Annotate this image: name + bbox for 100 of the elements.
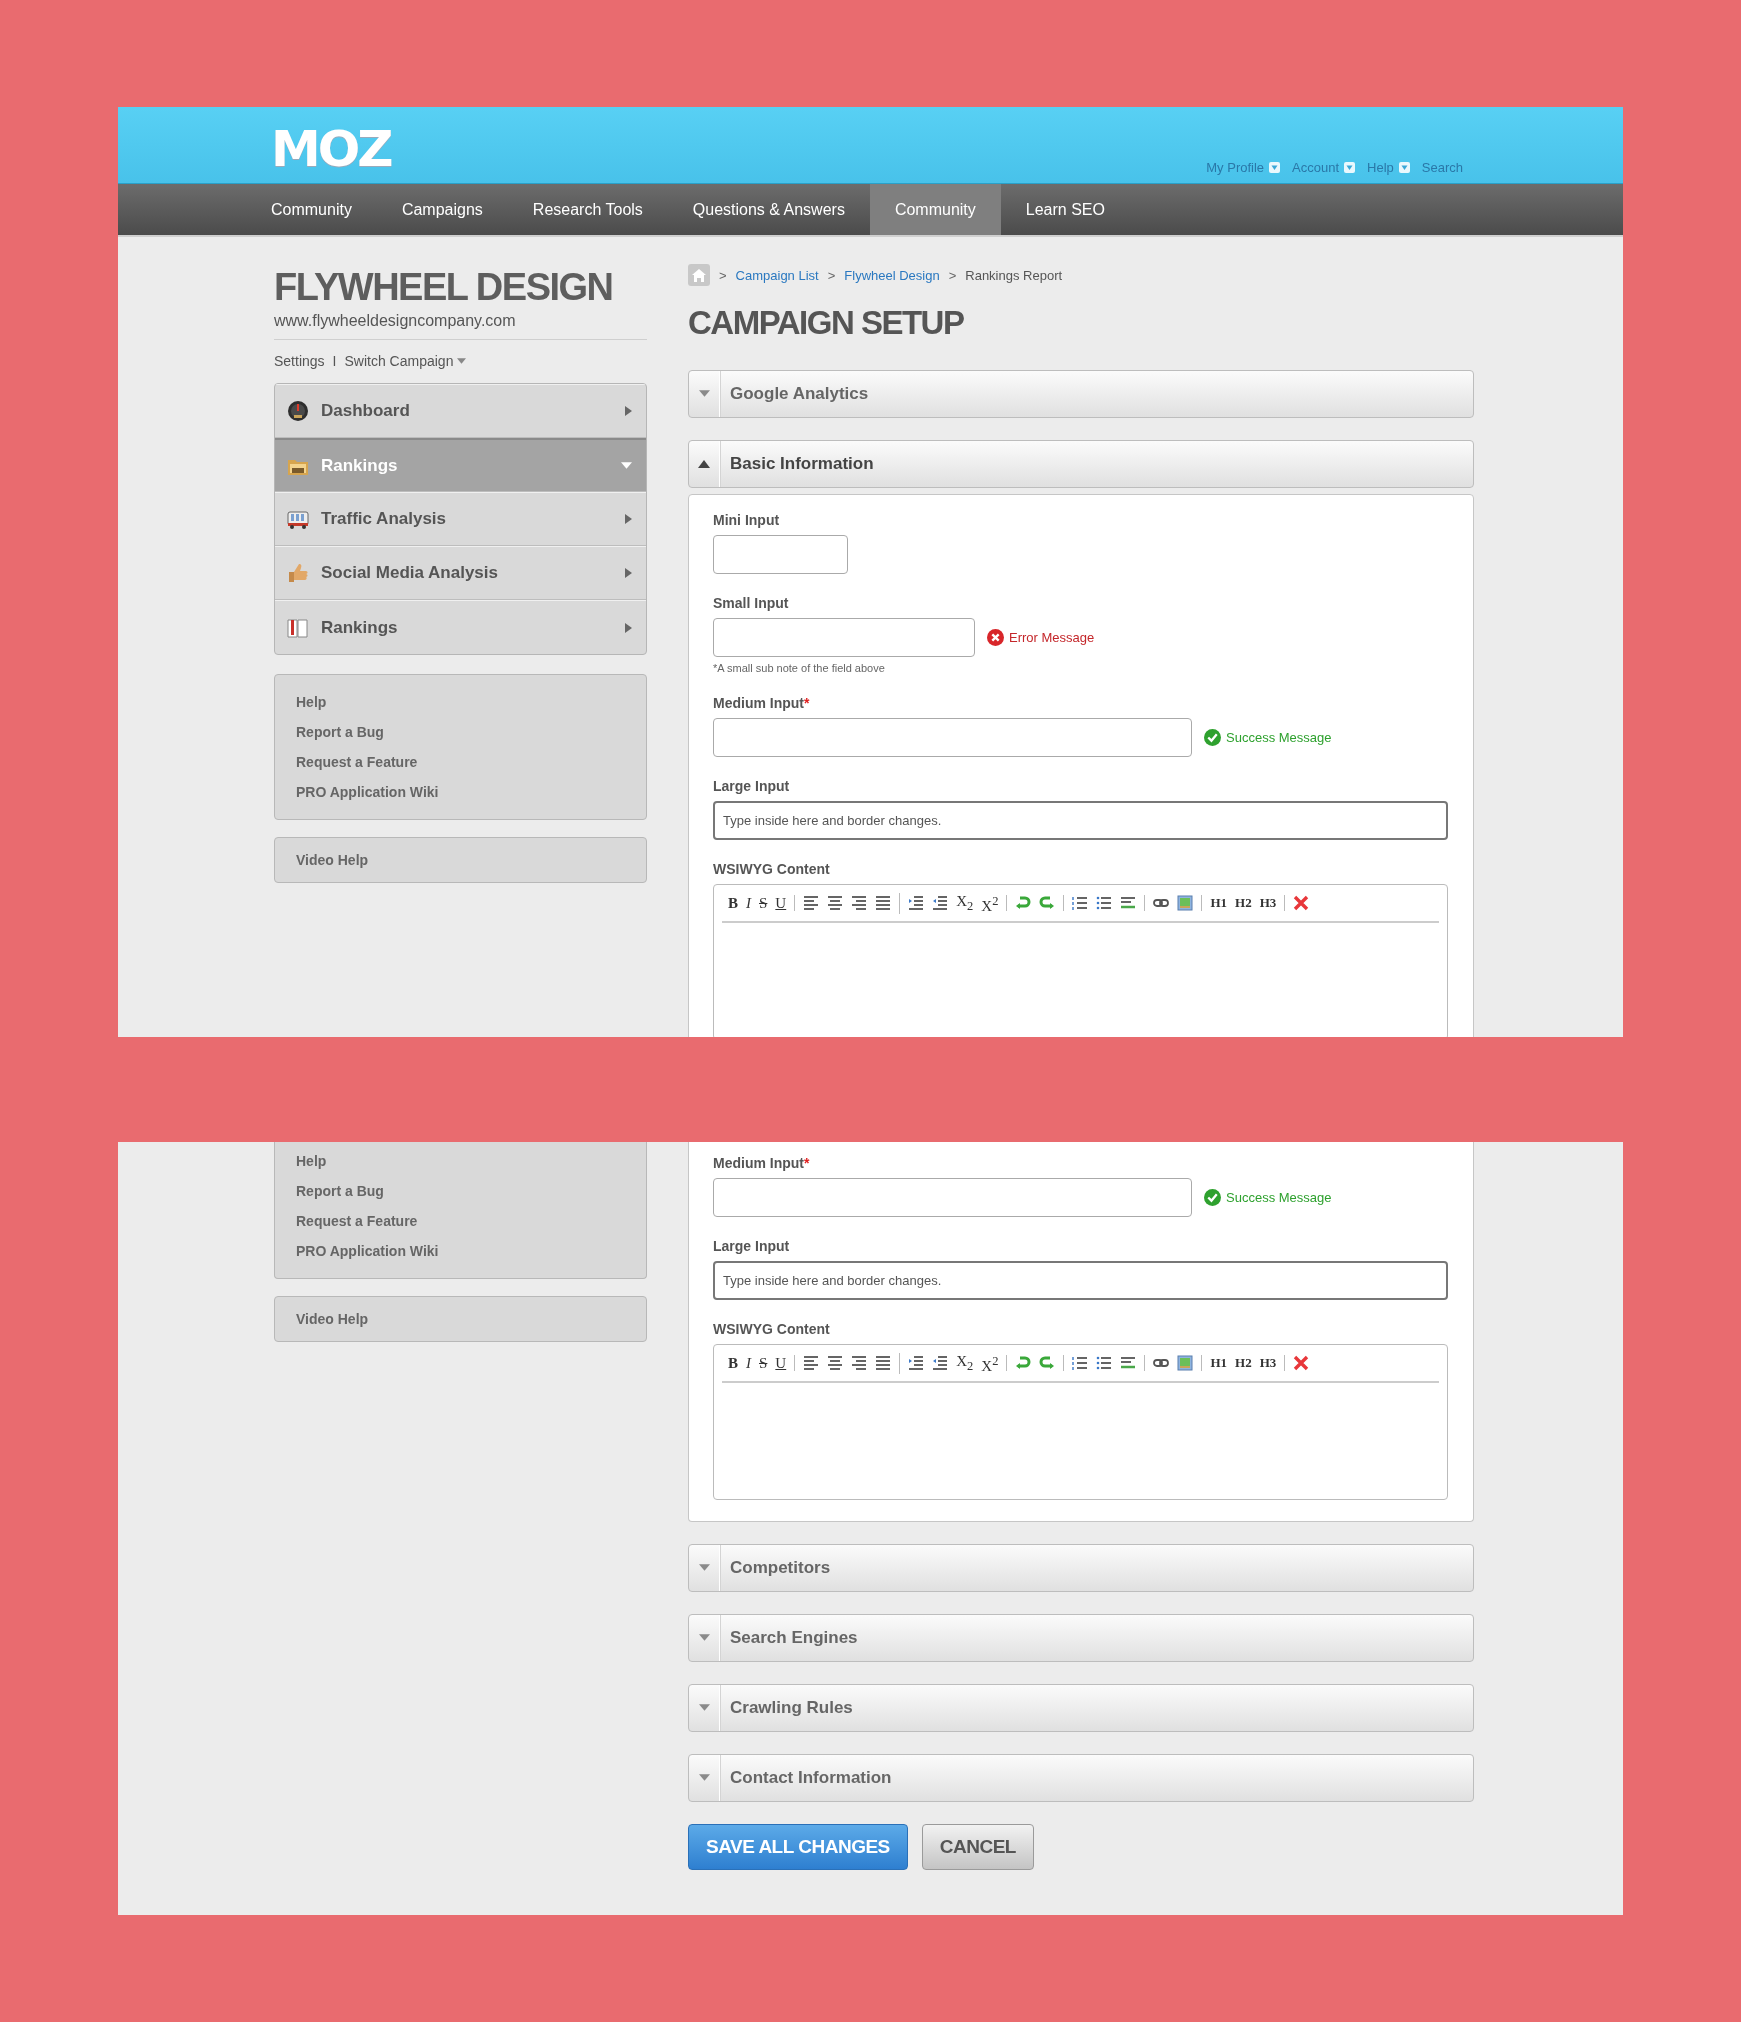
bold-button[interactable]: B bbox=[728, 895, 738, 911]
page-title: CAMPAIGN SETUP bbox=[688, 303, 965, 343]
undo-icon[interactable] bbox=[1015, 1355, 1032, 1371]
redo-icon[interactable] bbox=[1039, 1355, 1056, 1371]
heading-button[interactable]: H1 bbox=[1210, 1355, 1227, 1371]
save-button[interactable]: SAVE ALL CHANGES bbox=[688, 1824, 908, 1870]
field-label: WSIWYG Content bbox=[713, 1321, 830, 1337]
dropdown-icon bbox=[1269, 162, 1281, 173]
help-link[interactable]: Report a Bug bbox=[296, 717, 384, 747]
field-label: Mini Input bbox=[713, 512, 780, 528]
video-help-button[interactable]: Video Help bbox=[274, 837, 647, 883]
accordion-header[interactable]: Basic Information bbox=[688, 440, 1474, 488]
redo-icon[interactable] bbox=[1039, 895, 1056, 911]
cancel-button[interactable]: CANCEL bbox=[921, 1824, 1034, 1870]
nav-tab[interactable]: Community bbox=[246, 184, 377, 235]
separator-text: I bbox=[332, 353, 337, 369]
justify-icon[interactable] bbox=[875, 1355, 892, 1371]
caret-right-icon bbox=[625, 514, 632, 524]
outdent-icon[interactable] bbox=[932, 1355, 949, 1371]
dropdown-icon bbox=[1344, 162, 1356, 173]
nav-tab[interactable]: Community bbox=[869, 184, 1001, 235]
menu-item[interactable]: Social Media Analysis bbox=[275, 546, 646, 600]
nav-tab[interactable]: Questions & Answers bbox=[667, 184, 870, 235]
help-link[interactable]: Help bbox=[296, 687, 327, 717]
clear-format-icon[interactable] bbox=[1293, 895, 1310, 911]
field-note: *A small sub note of the field above bbox=[713, 662, 886, 674]
align-left-icon[interactable] bbox=[803, 895, 820, 911]
bullet-list-icon[interactable] bbox=[1096, 895, 1113, 911]
accordion-header[interactable]: Google Analytics bbox=[688, 370, 1474, 418]
help-link[interactable]: PRO Application Wiki bbox=[296, 777, 439, 807]
indent-icon[interactable] bbox=[908, 1355, 925, 1371]
nav-tab[interactable]: Campaigns bbox=[376, 184, 508, 235]
align-right-icon[interactable] bbox=[851, 895, 868, 911]
text-input[interactable]: Type inside here and border changes. bbox=[713, 1261, 1448, 1300]
text-input[interactable] bbox=[713, 1178, 1192, 1217]
justify-icon[interactable] bbox=[875, 895, 892, 911]
field-label: Medium Input* bbox=[713, 1155, 810, 1171]
heading-button[interactable]: H2 bbox=[1235, 895, 1252, 911]
align-right-icon[interactable] bbox=[851, 1355, 868, 1371]
heading-button[interactable]: H3 bbox=[1259, 895, 1277, 911]
help-link[interactable]: Help bbox=[296, 1146, 327, 1176]
text-input[interactable]: Type inside here and border changes. bbox=[713, 801, 1448, 840]
align-center-icon[interactable] bbox=[827, 1355, 844, 1371]
underline-button[interactable]: U bbox=[775, 1355, 787, 1371]
video-help-button[interactable]: Video Help bbox=[274, 1296, 647, 1342]
align-center-icon[interactable] bbox=[827, 895, 844, 911]
script-button[interactable]: X$_{2}$ bbox=[956, 1352, 974, 1374]
success-icon bbox=[1204, 1189, 1221, 1206]
strikethrough-button[interactable]: S bbox=[759, 895, 768, 911]
breadcrumb-link[interactable]: Campaign List bbox=[735, 267, 819, 283]
breadcrumb-current: Rankings Report bbox=[965, 267, 1063, 283]
bullet-list-icon[interactable] bbox=[1096, 1355, 1113, 1371]
error-icon bbox=[987, 629, 1004, 646]
underline-button[interactable]: U bbox=[775, 895, 787, 911]
strikethrough-button[interactable]: S bbox=[759, 1355, 768, 1371]
switch-campaign-link[interactable]: Switch Campaign bbox=[344, 353, 467, 369]
success-message: Success Message bbox=[1226, 1190, 1332, 1205]
success-icon bbox=[1204, 729, 1221, 746]
align-left-icon[interactable] bbox=[803, 1355, 820, 1371]
help-link[interactable]: Request a Feature bbox=[296, 747, 418, 777]
text-input[interactable] bbox=[713, 718, 1192, 757]
bold-button[interactable]: B bbox=[728, 1355, 738, 1371]
help-link[interactable]: Report a Bug bbox=[296, 1176, 384, 1206]
menu-item[interactable]: Traffic Analysis bbox=[275, 492, 646, 546]
clear-format-icon[interactable] bbox=[1293, 1355, 1310, 1371]
accordion-header[interactable]: Crawling Rules bbox=[688, 1684, 1474, 1732]
script-button[interactable]: X$^{2}$ bbox=[981, 892, 999, 914]
error-message: Error Message bbox=[1009, 630, 1095, 645]
breadcrumb-link[interactable]: Flywheel Design bbox=[844, 267, 940, 283]
menu-item[interactable]: Rankings bbox=[275, 600, 646, 654]
outdent-icon[interactable] bbox=[932, 895, 949, 911]
undo-icon[interactable] bbox=[1015, 895, 1032, 911]
heading-button[interactable]: H3 bbox=[1259, 1355, 1277, 1371]
accordion-header[interactable]: Search Engines bbox=[688, 1614, 1474, 1662]
accordion-header[interactable]: Competitors bbox=[688, 1544, 1474, 1592]
indent-icon[interactable] bbox=[908, 895, 925, 911]
image-icon[interactable] bbox=[1177, 895, 1194, 911]
numbered-list-icon[interactable] bbox=[1072, 895, 1089, 911]
horizontal-rule-icon[interactable] bbox=[1120, 1355, 1137, 1371]
script-button[interactable]: X$_{2}$ bbox=[956, 892, 974, 914]
horizontal-rule-icon[interactable] bbox=[1120, 895, 1137, 911]
text-input[interactable] bbox=[713, 618, 975, 657]
breadcrumb-separator: > bbox=[948, 267, 957, 283]
bus-icon bbox=[287, 508, 309, 530]
heading-button[interactable]: H1 bbox=[1210, 895, 1227, 911]
nav-tab[interactable]: Research Tools bbox=[507, 184, 668, 235]
caret-down-icon bbox=[621, 461, 632, 470]
image-icon[interactable] bbox=[1177, 1355, 1194, 1371]
italic-button[interactable]: I bbox=[746, 1355, 751, 1371]
help-link[interactable]: Request a Feature bbox=[296, 1206, 418, 1236]
script-button[interactable]: X$^{2}$ bbox=[981, 1352, 999, 1374]
numbered-list-icon[interactable] bbox=[1072, 1355, 1089, 1371]
italic-button[interactable]: I bbox=[746, 895, 751, 911]
help-link[interactable]: PRO Application Wiki bbox=[296, 1236, 439, 1266]
heading-button[interactable]: H2 bbox=[1235, 1355, 1252, 1371]
settings-link[interactable]: Settings bbox=[274, 353, 325, 369]
text-input[interactable] bbox=[713, 535, 848, 574]
accordion-header[interactable]: Contact Information bbox=[688, 1754, 1474, 1802]
book-icon bbox=[287, 616, 309, 639]
nav-tab[interactable]: Learn SEO bbox=[1000, 184, 1130, 235]
